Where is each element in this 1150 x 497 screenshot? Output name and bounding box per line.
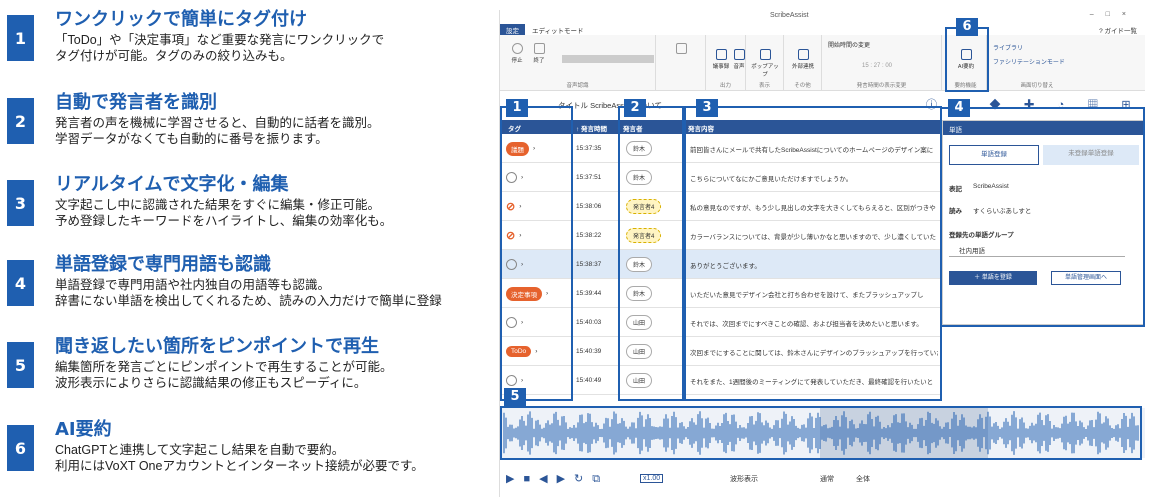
facilitation-button[interactable]: ファシリテーションモード bbox=[993, 57, 1065, 66]
ribbon-tabs: 設定 エディットモード bbox=[500, 24, 1145, 35]
feature-title: 単語登録で専門用語も認識 bbox=[55, 254, 271, 275]
row-time: 15:37:51 bbox=[576, 174, 602, 181]
feature-desc: ChatGPTと連携して文字起こし結果を自動で要約。 利用にはVoXT Oneア… bbox=[55, 443, 424, 473]
speed-select[interactable]: x1.00 bbox=[640, 474, 664, 483]
library-button[interactable]: ライブラリ bbox=[993, 43, 1023, 52]
header-time[interactable]: ↑ 発言時間 bbox=[576, 123, 607, 133]
highlight-3 bbox=[684, 106, 942, 401]
callout-5: 5 bbox=[504, 388, 526, 406]
guide-label: ガイド一覧 bbox=[1104, 28, 1138, 35]
feature-title: 自動で発言者を識別 bbox=[55, 92, 217, 113]
external-link-button[interactable]: 外部連携 bbox=[788, 49, 818, 70]
radio-normal[interactable]: 通常 bbox=[820, 474, 834, 484]
feature-3: 3 リアルタイムで文字化・編集文字起こし中に認識された結果をすぐに編集・修正可能。… bbox=[0, 170, 495, 250]
feature-number: 3 bbox=[7, 180, 34, 226]
feature-desc: 単語登録で専門用語や社内独自の用語等も認識。 辞書にない単語を検出してくれるため… bbox=[55, 278, 442, 308]
ribbon-group-screen: ライブラリ ファシリテーションモード 画面切り替え bbox=[987, 35, 1087, 91]
start-time-change[interactable]: 開始時間の変更 bbox=[828, 40, 870, 49]
scribeassist-window: ScribeAssist –□× 設定 エディットモード ? ガイド一覧 停止 … bbox=[499, 10, 1145, 497]
group-caption: 音声認識 bbox=[566, 83, 589, 89]
feature-number: 1 bbox=[7, 15, 34, 61]
ribbon: 停止 終了 音声認識 議事録 音声 出力 ポップアップ 表示 外部連携 その他 … bbox=[500, 35, 1145, 91]
guide-link[interactable]: ? ガイド一覧 bbox=[1099, 25, 1137, 35]
feature-number: 4 bbox=[7, 260, 34, 306]
feature-number: 6 bbox=[7, 425, 34, 471]
group-caption: 画面切り替え bbox=[1020, 83, 1054, 89]
feature-desc: 発言者の声を機械に学習させると、自動的に話者を識別。 学習データがなくても自動的… bbox=[55, 116, 380, 146]
group-caption: 発言時間の表示変更 bbox=[856, 83, 907, 89]
level-meter bbox=[562, 55, 654, 63]
row-time: 15:40:03 bbox=[576, 319, 602, 326]
row-time: 15:40:39 bbox=[576, 348, 602, 355]
ribbon-group-time: 開始時間の変更 15 : 27 : 00 発言時間の表示変更 bbox=[822, 35, 942, 91]
highlight-1 bbox=[500, 106, 573, 401]
ribbon-group-speaker bbox=[656, 35, 706, 91]
popup-button[interactable]: ポップアップ bbox=[750, 49, 780, 78]
callout-1: 1 bbox=[506, 99, 528, 117]
title-bar: ScribeAssist –□× bbox=[500, 10, 1145, 23]
highlight-4 bbox=[940, 107, 1145, 327]
feature-number: 5 bbox=[7, 342, 34, 388]
feature-desc: 文字起こし中に認識された結果をすぐに編集・修正可能。 予め登録したキーワードをハ… bbox=[55, 198, 393, 228]
end-label: 終了 bbox=[533, 58, 545, 64]
feature-desc: 編集箇所を発言ごとにピンポイントで再生することが可能。 波形表示によりさらに認識… bbox=[55, 360, 393, 390]
feature-desc: 「ToDo」や「決定事項」など重要な発言にワンクリックで タグ付けが可能。タグの… bbox=[55, 33, 385, 63]
feature-1: 1 ワンクリックで簡単にタグ付け「ToDo」や「決定事項」など重要な発言にワンクリ… bbox=[0, 5, 495, 85]
callout-3: 3 bbox=[696, 99, 718, 117]
tab-settings[interactable]: 設定 bbox=[500, 24, 525, 35]
highlight-5 bbox=[500, 406, 1142, 460]
highlight-2 bbox=[618, 106, 684, 401]
feature-2: 2 自動で発言者を識別発言者の声を機械に学習させると、自動的に話者を識別。 学習デ… bbox=[0, 88, 495, 168]
time-field[interactable]: 15 : 27 : 00 bbox=[862, 63, 892, 69]
feature-6: 6 AI要約 ChatGPTと連携して文字起こし結果を自動で要約。 利用にはVoXT… bbox=[0, 415, 495, 495]
ribbon-group-output: 議事録 音声 出力 bbox=[706, 35, 746, 91]
callout-4: 4 bbox=[948, 99, 970, 117]
row-time: 15:40:49 bbox=[576, 377, 602, 384]
transport-buttons[interactable]: ▶■◀▶↻⧉ bbox=[506, 472, 609, 486]
feature-5: 5 聞き返したい箇所をピンポイントで再生編集箇所を発言ごとにピンポイントで再生する… bbox=[0, 332, 495, 412]
row-time: 15:37:35 bbox=[576, 145, 602, 152]
window-controls[interactable]: –□× bbox=[1090, 11, 1138, 18]
callout-2: 2 bbox=[624, 99, 646, 117]
highlight-6 bbox=[945, 27, 989, 92]
feature-title: リアルタイムで文字化・編集 bbox=[55, 174, 289, 195]
group-caption: 出力 bbox=[719, 83, 731, 89]
speaker-group-button[interactable] bbox=[666, 43, 696, 56]
row-time: 15:38:06 bbox=[576, 203, 602, 210]
ribbon-group-other: 外部連携 その他 bbox=[784, 35, 822, 91]
row-time: 15:38:22 bbox=[576, 232, 602, 239]
ribbon-group-view: ポップアップ 表示 bbox=[746, 35, 784, 91]
row-time: 15:38:37 bbox=[576, 261, 602, 268]
playback-controls: ▶■◀▶↻⧉ x1.00 波形表示 通常 全体 bbox=[500, 470, 1145, 492]
external-label: 外部連携 bbox=[791, 64, 814, 70]
radio-all[interactable]: 全体 bbox=[856, 474, 870, 484]
feature-number: 2 bbox=[7, 98, 34, 144]
wave-toggle-label: 波形表示 bbox=[730, 476, 758, 483]
tab-edit-mode[interactable]: エディットモード bbox=[526, 24, 590, 35]
app-title: ScribeAssist bbox=[770, 12, 809, 19]
row-time: 15:39:44 bbox=[576, 290, 602, 297]
audio-label: 音声 bbox=[733, 64, 745, 70]
feature-4: 4 単語登録で専門用語も認識単語登録で専門用語や社内独自の用語等も認識。 辞書にな… bbox=[0, 250, 495, 330]
group-caption: その他 bbox=[794, 83, 811, 89]
popup-label: ポップアップ bbox=[751, 64, 779, 78]
feature-title: 聞き返したい箇所をピンポイントで再生 bbox=[55, 336, 379, 357]
feature-title: AI要約 bbox=[55, 419, 112, 440]
callout-6: 6 bbox=[956, 18, 978, 36]
feature-title: ワンクリックで簡単にタグ付け bbox=[55, 9, 307, 30]
stop-label: 停止 bbox=[511, 58, 523, 64]
end-button[interactable]: 終了 bbox=[524, 43, 554, 64]
ribbon-group-recognition: 停止 終了 音声認識 bbox=[500, 35, 656, 91]
group-caption: 表示 bbox=[758, 83, 770, 89]
